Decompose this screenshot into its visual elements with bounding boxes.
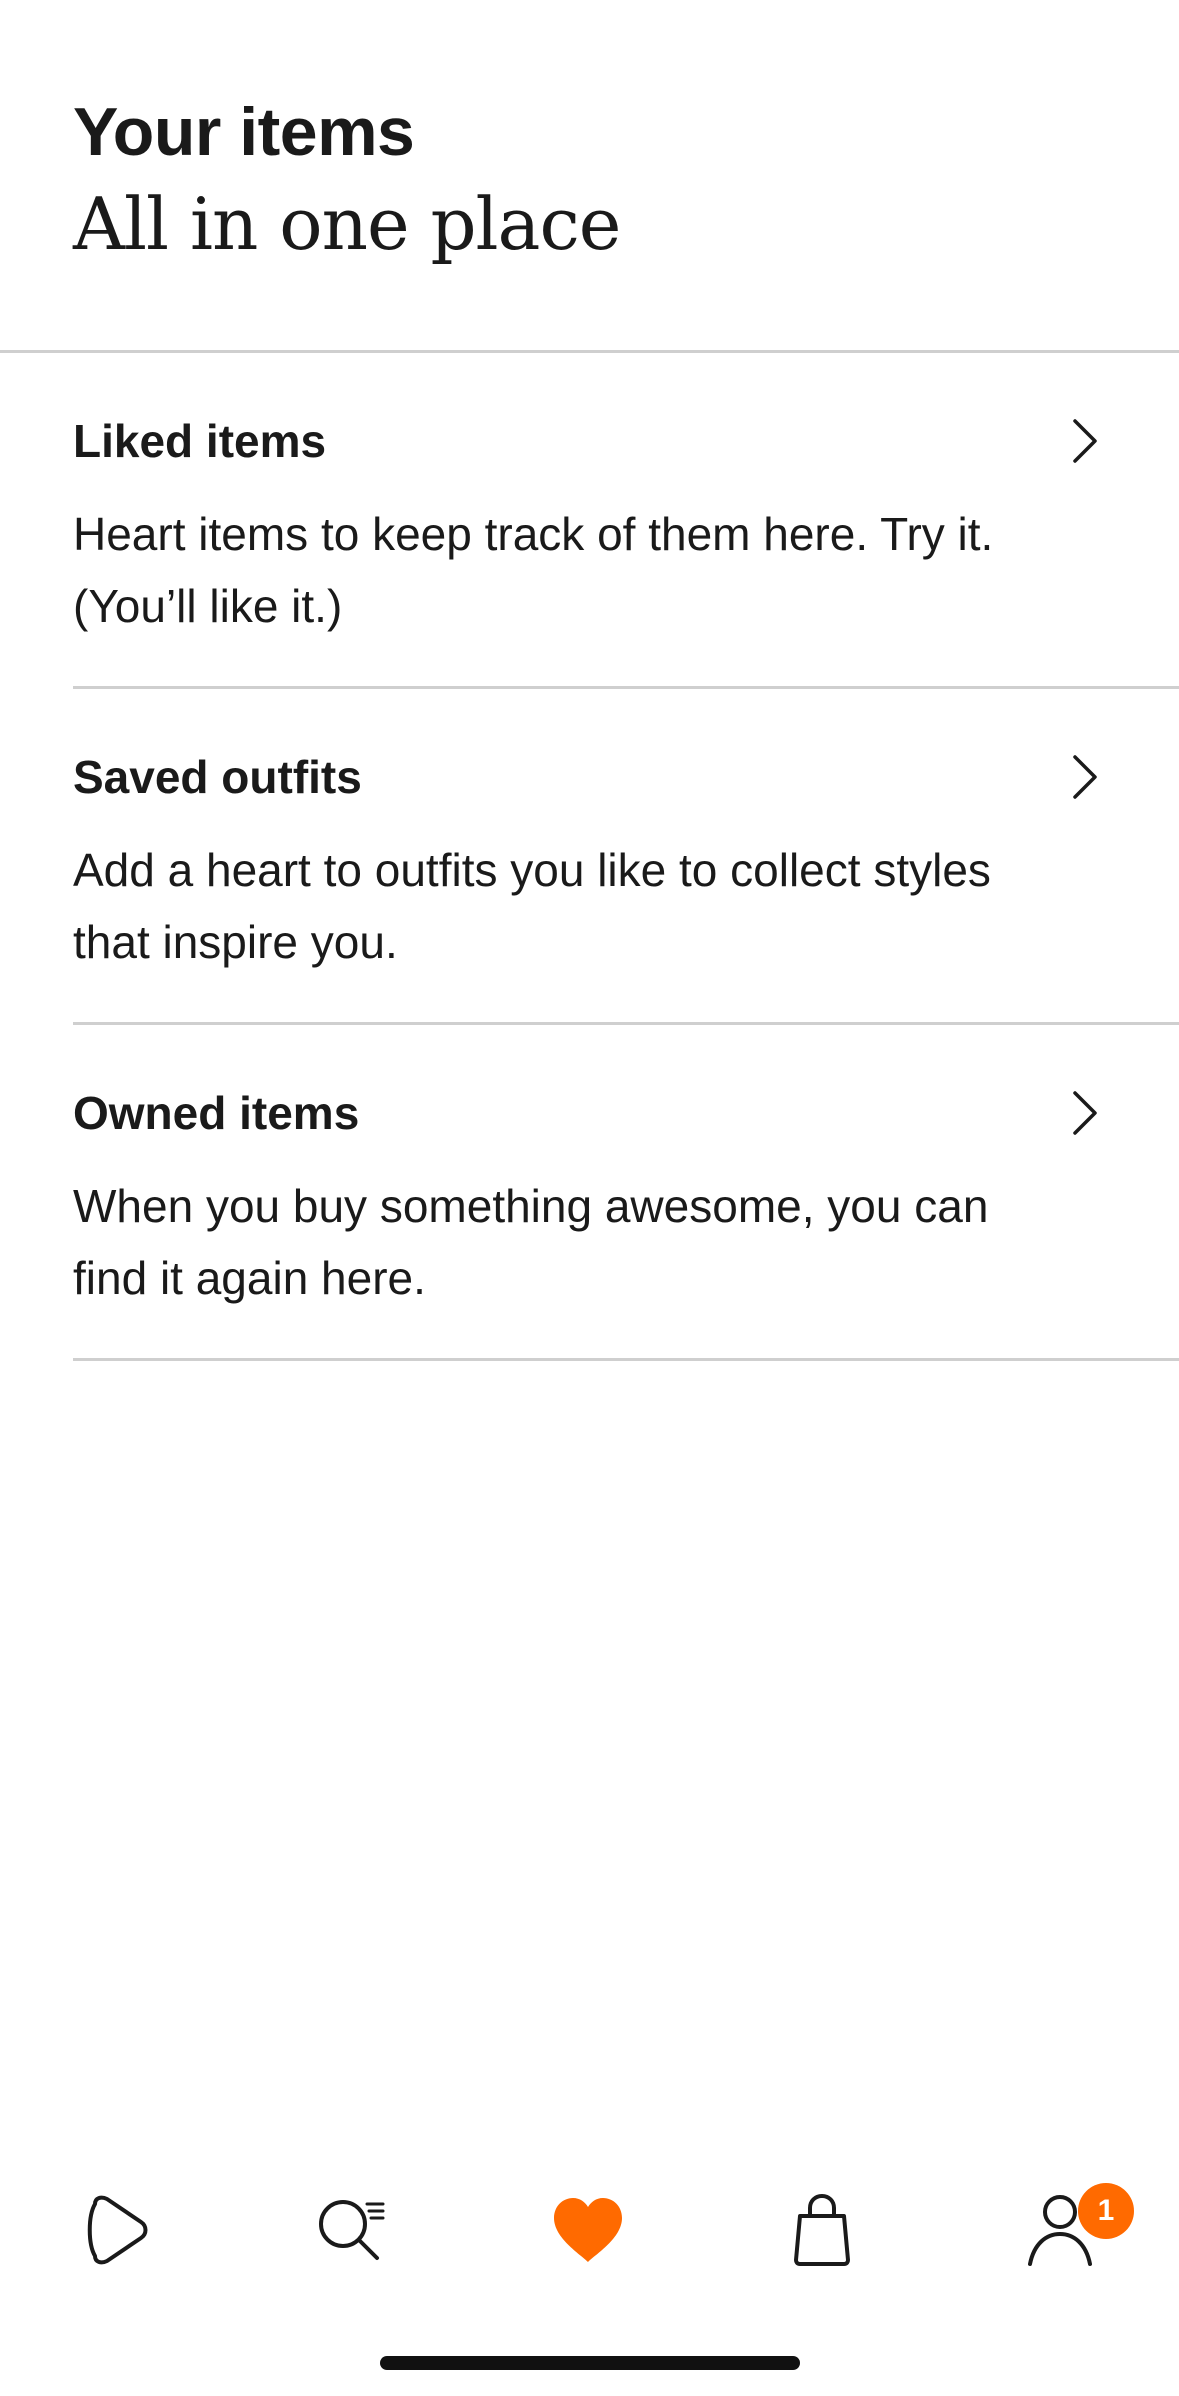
tab-favorites[interactable] — [538, 2180, 638, 2280]
tab-bag[interactable] — [772, 2180, 872, 2280]
list-item-description: Add a heart to outfits you like to colle… — [73, 844, 991, 968]
page-subtitle: All in one place — [73, 182, 621, 266]
page-header: Your items All in one place — [73, 92, 621, 272]
bottom-tab-bar — [0, 2160, 1179, 2280]
tab-search[interactable] — [303, 2180, 403, 2280]
list-item-owned-items[interactable]: Owned items When you buy something aweso… — [73, 1025, 1179, 1361]
list-item-saved-outfits[interactable]: Saved outfits Add a heart to outfits you… — [73, 689, 1179, 1025]
tab-play[interactable] — [65, 2180, 165, 2280]
list-item-title: Liked items — [73, 415, 327, 467]
notification-badge: 1 — [1078, 2183, 1134, 2239]
home-indicator[interactable] — [380, 2356, 800, 2370]
heart-icon — [554, 2198, 622, 2262]
list-item-title: Owned items — [73, 1087, 360, 1139]
play-icon — [87, 2195, 148, 2265]
list-item-description: Heart items to keep track of them here. … — [73, 508, 994, 632]
page-title: Your items — [73, 94, 415, 170]
chevron-right-icon — [1073, 419, 1097, 463]
items-list: Liked items Heart items to keep track of… — [73, 353, 1179, 1361]
list-item-liked-items[interactable]: Liked items Heart items to keep track of… — [73, 353, 1179, 689]
list-item-title: Saved outfits — [73, 751, 362, 803]
chevron-right-icon — [1073, 1091, 1097, 1135]
bag-icon — [794, 2193, 850, 2266]
chevron-right-icon — [1073, 755, 1097, 799]
search-icon — [319, 2200, 385, 2260]
list-item-description: When you buy something awesome, you can … — [73, 1180, 989, 1304]
